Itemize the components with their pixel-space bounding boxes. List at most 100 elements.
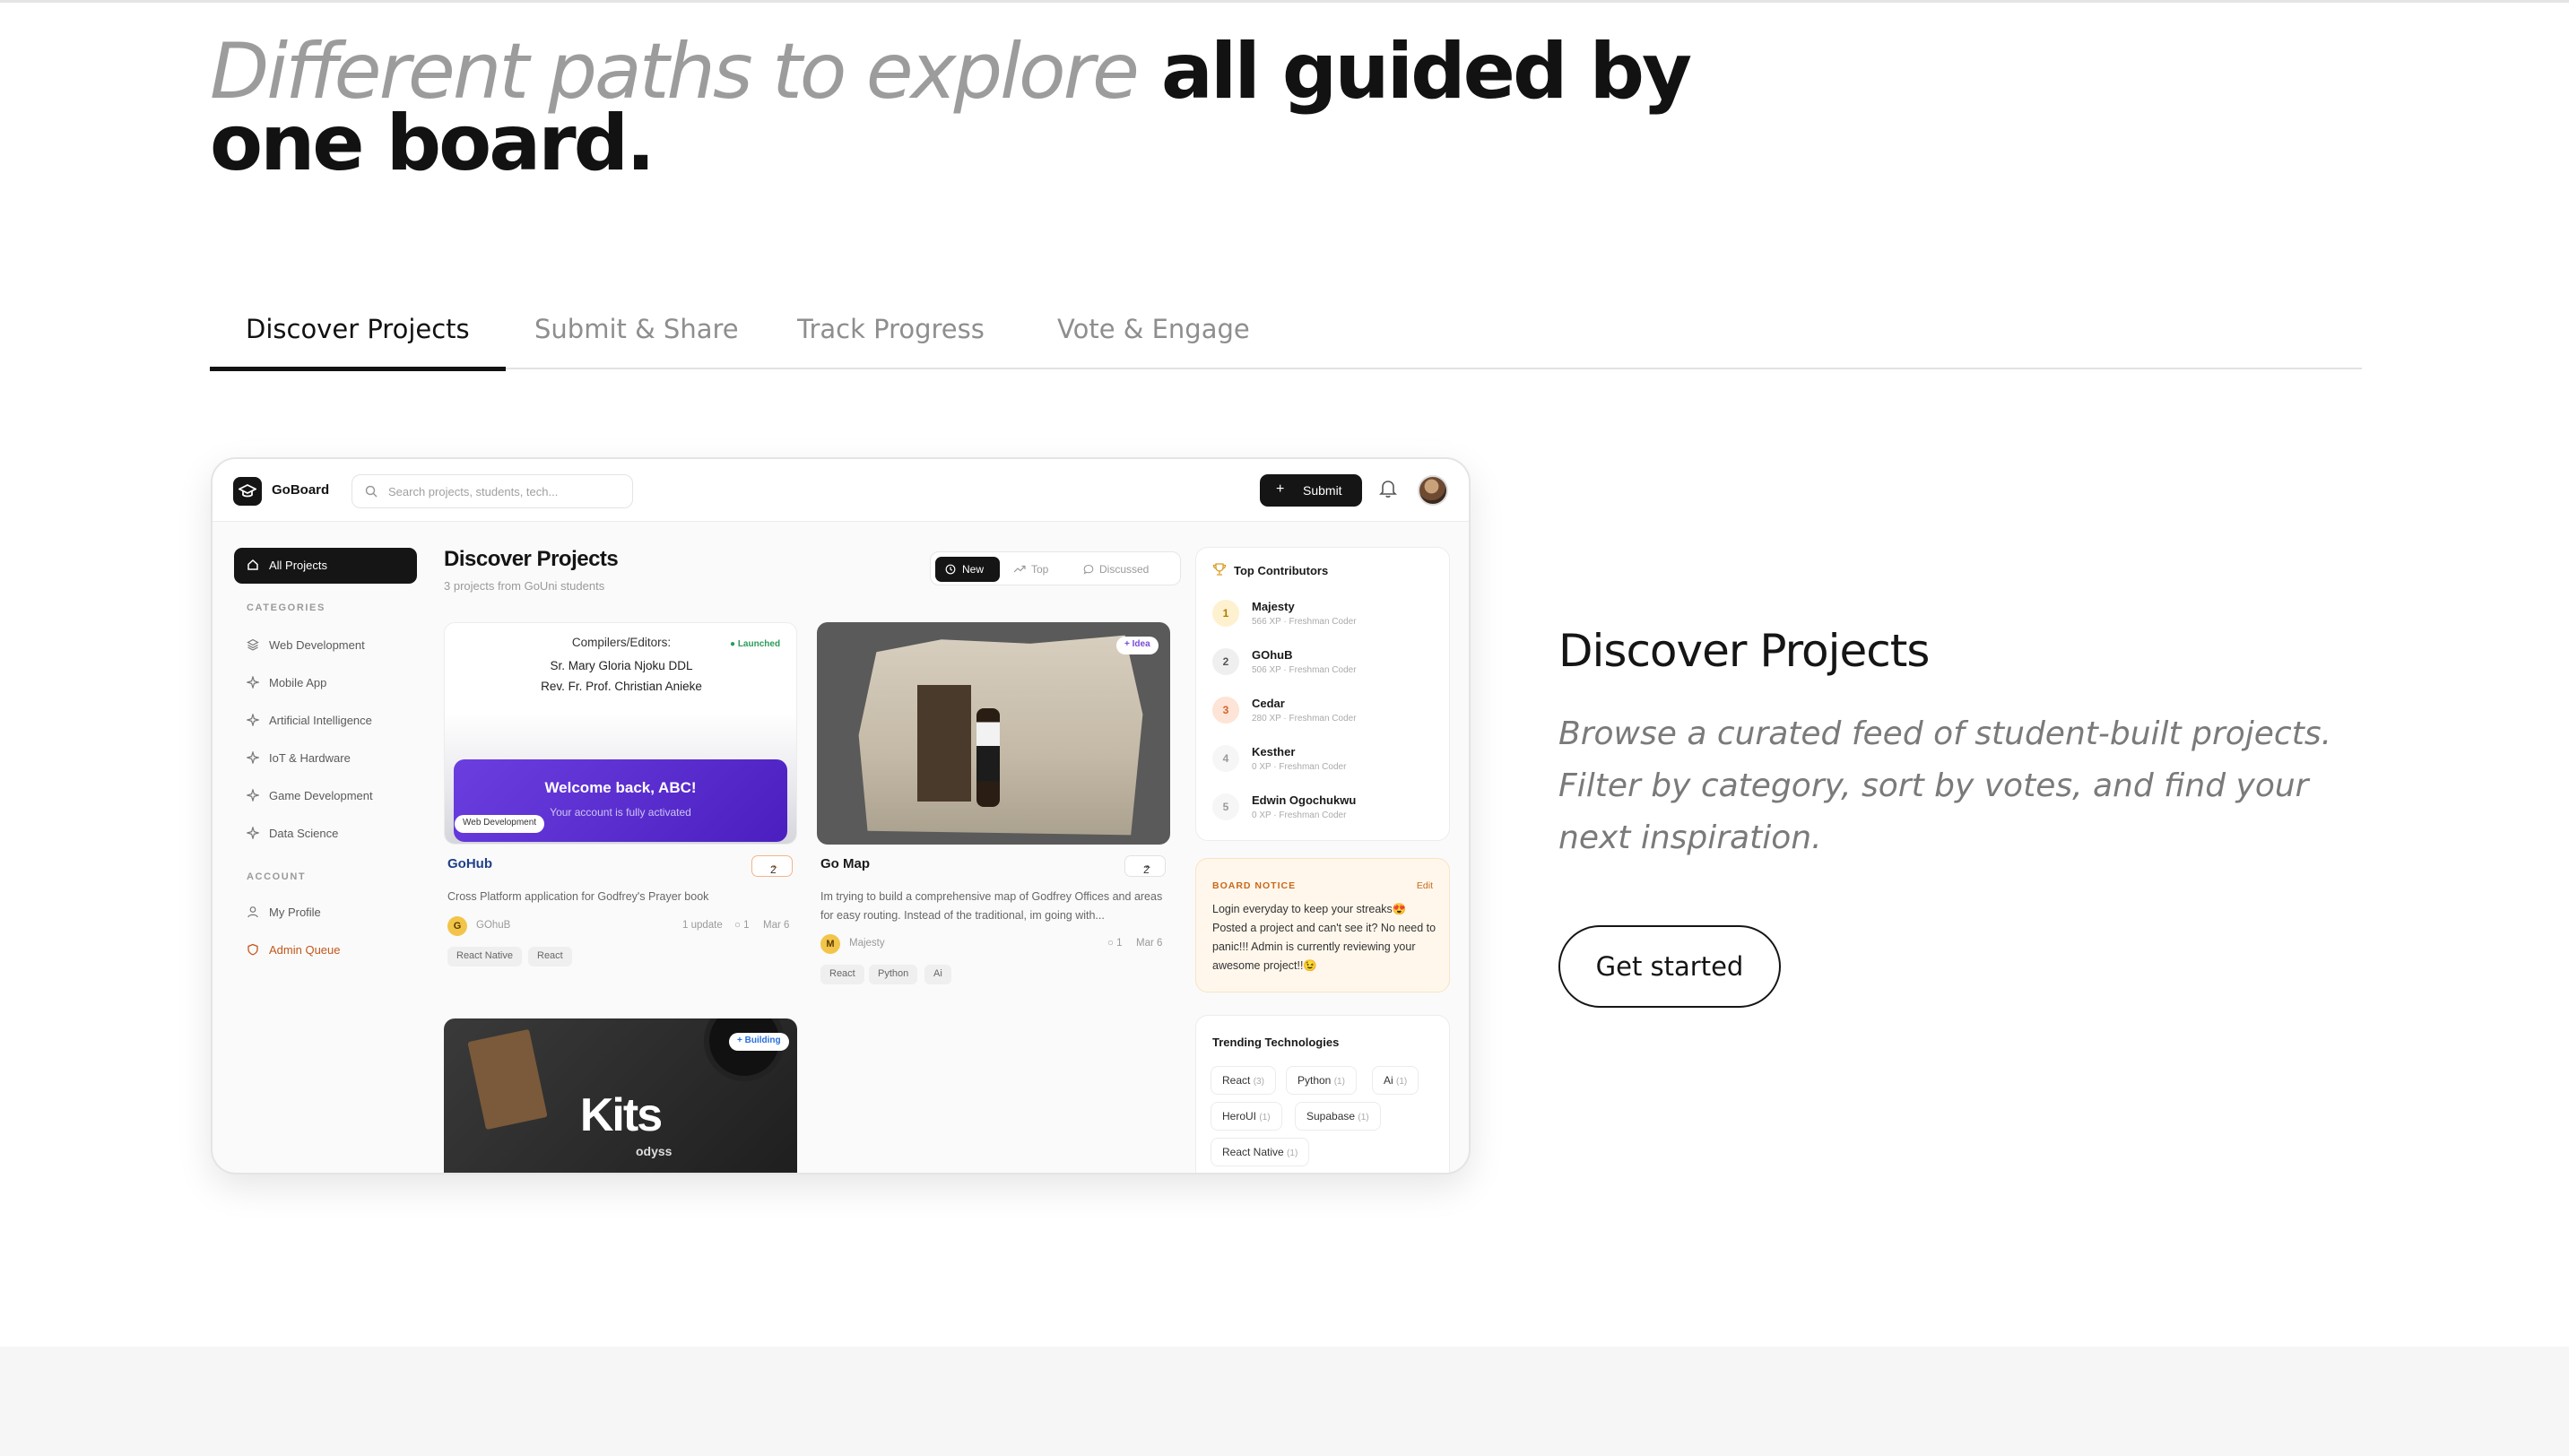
author-name: Majesty xyxy=(849,938,885,949)
project-description: Im trying to build a comprehensive map o… xyxy=(820,890,1163,922)
trending-tech-chip[interactable]: Ai (1) xyxy=(1372,1066,1419,1095)
shield-icon xyxy=(247,943,258,956)
photo-person xyxy=(976,708,1000,807)
trending-tech-chip[interactable]: Python (1) xyxy=(1286,1066,1357,1095)
sidebar-categories-heading: CATEGORIES xyxy=(247,602,325,613)
tech-tag[interactable]: Ai xyxy=(924,965,951,984)
status-badge: + Idea xyxy=(1116,637,1159,654)
sparkle-icon xyxy=(247,751,259,764)
thumb-sub: odyss xyxy=(636,1144,673,1158)
tech-tag[interactable]: React xyxy=(528,947,572,966)
user-icon xyxy=(247,906,258,918)
app-preview-screenshot: GoBoard Search projects, students, tech.… xyxy=(211,457,1471,1174)
comment-count: ○ 1 xyxy=(1107,938,1123,949)
contributor-name[interactable]: Edwin Ogochukwu xyxy=(1252,793,1356,807)
sidebar-item-label: IoT & Hardware xyxy=(269,751,351,765)
avatar[interactable] xyxy=(1418,475,1448,506)
sparkle-icon xyxy=(247,789,259,802)
tab-submit-share[interactable]: Submit & Share xyxy=(534,296,739,369)
post-date: Mar 6 xyxy=(1136,938,1163,949)
project-title-go-map[interactable]: Go Map xyxy=(820,856,870,871)
sidebar-item-label: My Profile xyxy=(269,906,321,919)
notice-edit-link[interactable]: Edit xyxy=(1417,880,1433,891)
panel-title: Trending Technologies xyxy=(1212,1036,1340,1049)
app-search-input[interactable]: Search projects, students, tech... xyxy=(352,474,633,508)
trophy-icon xyxy=(1212,563,1227,576)
upvote-button[interactable]: ⌃ 2 xyxy=(751,855,793,877)
section-headline: Different paths to explore all guided by… xyxy=(210,33,1734,182)
sort-toggle: New Top Discussed xyxy=(930,551,1181,585)
layers-icon xyxy=(247,638,259,651)
photo-wall xyxy=(858,635,1143,836)
sparkle-icon xyxy=(247,827,259,839)
home-icon xyxy=(247,559,258,570)
author-avatar: G xyxy=(447,916,467,936)
top-divider xyxy=(0,0,2569,3)
graduation-cap-icon xyxy=(233,477,262,506)
thumb-word: Kits xyxy=(579,1089,663,1141)
contributor-xp: 0 XP · Freshman Coder xyxy=(1252,762,1347,772)
comment-icon xyxy=(1083,564,1094,575)
app-brand: GoBoard xyxy=(272,482,330,498)
author-avatar: M xyxy=(820,934,840,954)
status-badge: ● Launched xyxy=(722,637,789,654)
upvote-button[interactable]: ⌃ 2 xyxy=(1124,855,1166,877)
contributor-xp: 566 XP · Freshman Coder xyxy=(1252,617,1357,627)
tab-discover-projects[interactable]: Discover Projects xyxy=(210,296,506,371)
thumb-line-1: Sr. Mary Gloria Njoku DDL xyxy=(550,659,693,672)
app-topbar: GoBoard Search projects, students, tech.… xyxy=(213,459,1469,522)
project-thumbnail-gohub[interactable]: Compilers/Editors: Sr. Mary Gloria Njoku… xyxy=(444,622,797,845)
update-count: 1 update xyxy=(682,920,723,931)
feature-tabs: Discover Projects Submit & Share Track P… xyxy=(210,296,2362,371)
trending-technologies-panel: Trending Technologies React (3) Python (… xyxy=(1195,1015,1450,1173)
trending-tech-chip[interactable]: HeroUI (1) xyxy=(1211,1102,1282,1131)
sort-top-button[interactable]: Top xyxy=(1006,557,1069,582)
get-started-button[interactable]: Get started xyxy=(1558,925,1781,1008)
contributor-xp: 280 XP · Freshman Coder xyxy=(1252,714,1357,724)
thumb-line-2: Rev. Fr. Prof. Christian Anieke xyxy=(541,680,702,693)
sidebar-item-label: Admin Queue xyxy=(269,943,341,957)
tech-tag[interactable]: React xyxy=(820,965,864,984)
trending-tech-chip[interactable]: React (3) xyxy=(1211,1066,1276,1095)
sidebar-item-label: Web Development xyxy=(269,638,365,652)
bell-icon[interactable] xyxy=(1379,479,1397,498)
sparkle-icon xyxy=(247,676,259,689)
rank-badge: 1 xyxy=(1212,600,1239,627)
category-badge: Web Development xyxy=(455,815,545,833)
comment-count: ○ 1 xyxy=(734,920,750,931)
status-badge: + Building xyxy=(729,1033,789,1051)
submit-button[interactable]: + Submit xyxy=(1260,474,1362,507)
sort-discussed-button[interactable]: Discussed xyxy=(1074,557,1175,582)
sort-new-button[interactable]: New xyxy=(935,557,1000,582)
contributor-name[interactable]: GOhuB xyxy=(1252,648,1293,662)
sparkle-icon xyxy=(247,714,259,726)
tab-track-progress[interactable]: Track Progress xyxy=(797,296,985,369)
notice-title: BOARD NOTICE xyxy=(1212,880,1297,891)
photo-door xyxy=(917,685,971,802)
tab-vote-engage[interactable]: Vote & Engage xyxy=(1057,296,1250,369)
next-section-band xyxy=(0,1347,2569,1456)
search-placeholder: Search projects, students, tech... xyxy=(388,485,559,498)
tech-tag[interactable]: React Native xyxy=(447,947,522,966)
feed-subtitle: 3 projects from GoUni students xyxy=(444,579,605,593)
sidebar-item-all-projects[interactable]: All Projects xyxy=(234,548,417,584)
sidebar-account-heading: ACCOUNT xyxy=(247,871,307,882)
plus-icon: + xyxy=(1276,481,1285,497)
trending-tech-chip[interactable]: React Native (1) xyxy=(1211,1138,1310,1166)
contributor-name[interactable]: Kesther xyxy=(1252,745,1295,758)
rank-badge: 2 xyxy=(1212,648,1239,675)
contributor-xp: 506 XP · Freshman Coder xyxy=(1252,665,1357,675)
post-date: Mar 6 xyxy=(763,920,790,931)
feature-title: Discover Projects xyxy=(1558,625,1930,677)
sidebar-item-label: Data Science xyxy=(269,827,339,840)
contributor-xp: 0 XP · Freshman Coder xyxy=(1252,810,1347,820)
trending-tech-chip[interactable]: Supabase (1) xyxy=(1295,1102,1381,1131)
clock-icon xyxy=(945,564,956,575)
sidebar-item-label: All Projects xyxy=(269,559,328,572)
project-thumbnail-go-map[interactable] xyxy=(817,622,1170,845)
contributor-name[interactable]: Majesty xyxy=(1252,600,1295,613)
tech-tag[interactable]: Python xyxy=(869,965,918,984)
project-title-gohub[interactable]: GoHub xyxy=(447,856,492,871)
contributor-name[interactable]: Cedar xyxy=(1252,697,1285,710)
sidebar-item-label: Mobile App xyxy=(269,676,327,689)
